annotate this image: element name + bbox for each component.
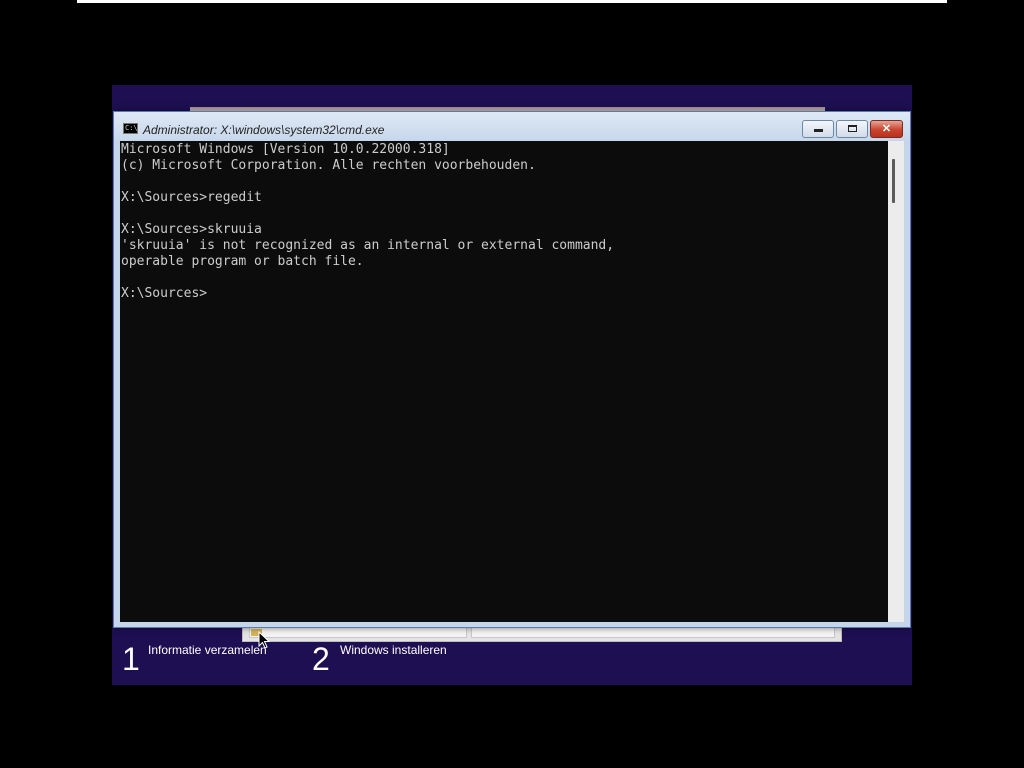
progress-segment-step1	[249, 627, 467, 638]
minimize-icon	[813, 129, 823, 132]
maximize-icon	[847, 125, 857, 132]
step-number: 2	[312, 641, 330, 677]
step-number: 1	[122, 641, 140, 677]
close-button[interactable]: ✕	[870, 120, 903, 138]
cmd-window[interactable]: C:\ Administrator: X:\windows\system32\c…	[113, 111, 911, 628]
console-text[interactable]: Microsoft Windows [Version 10.0.22000.31…	[120, 141, 888, 302]
title-bar[interactable]: C:\ Administrator: X:\windows\system32\c…	[114, 112, 910, 141]
step-label: Windows installeren	[340, 643, 447, 657]
minimize-button[interactable]	[802, 120, 834, 138]
console-output[interactable]: Microsoft Windows [Version 10.0.22000.31…	[120, 141, 888, 622]
step-label: Informatie verzamelen	[148, 643, 267, 657]
window-title: Administrator: X:\windows\system32\cmd.e…	[143, 123, 385, 137]
vertical-scrollbar[interactable]	[888, 141, 904, 622]
cmd-icon[interactable]: C:\	[123, 123, 138, 134]
mouse-cursor-icon	[258, 630, 271, 649]
progress-segment-step2	[471, 627, 835, 638]
top-border-strip	[77, 0, 947, 3]
maximize-button[interactable]	[836, 120, 868, 138]
close-icon: ✕	[881, 123, 892, 135]
scrollbar-thumb[interactable]	[892, 159, 895, 203]
